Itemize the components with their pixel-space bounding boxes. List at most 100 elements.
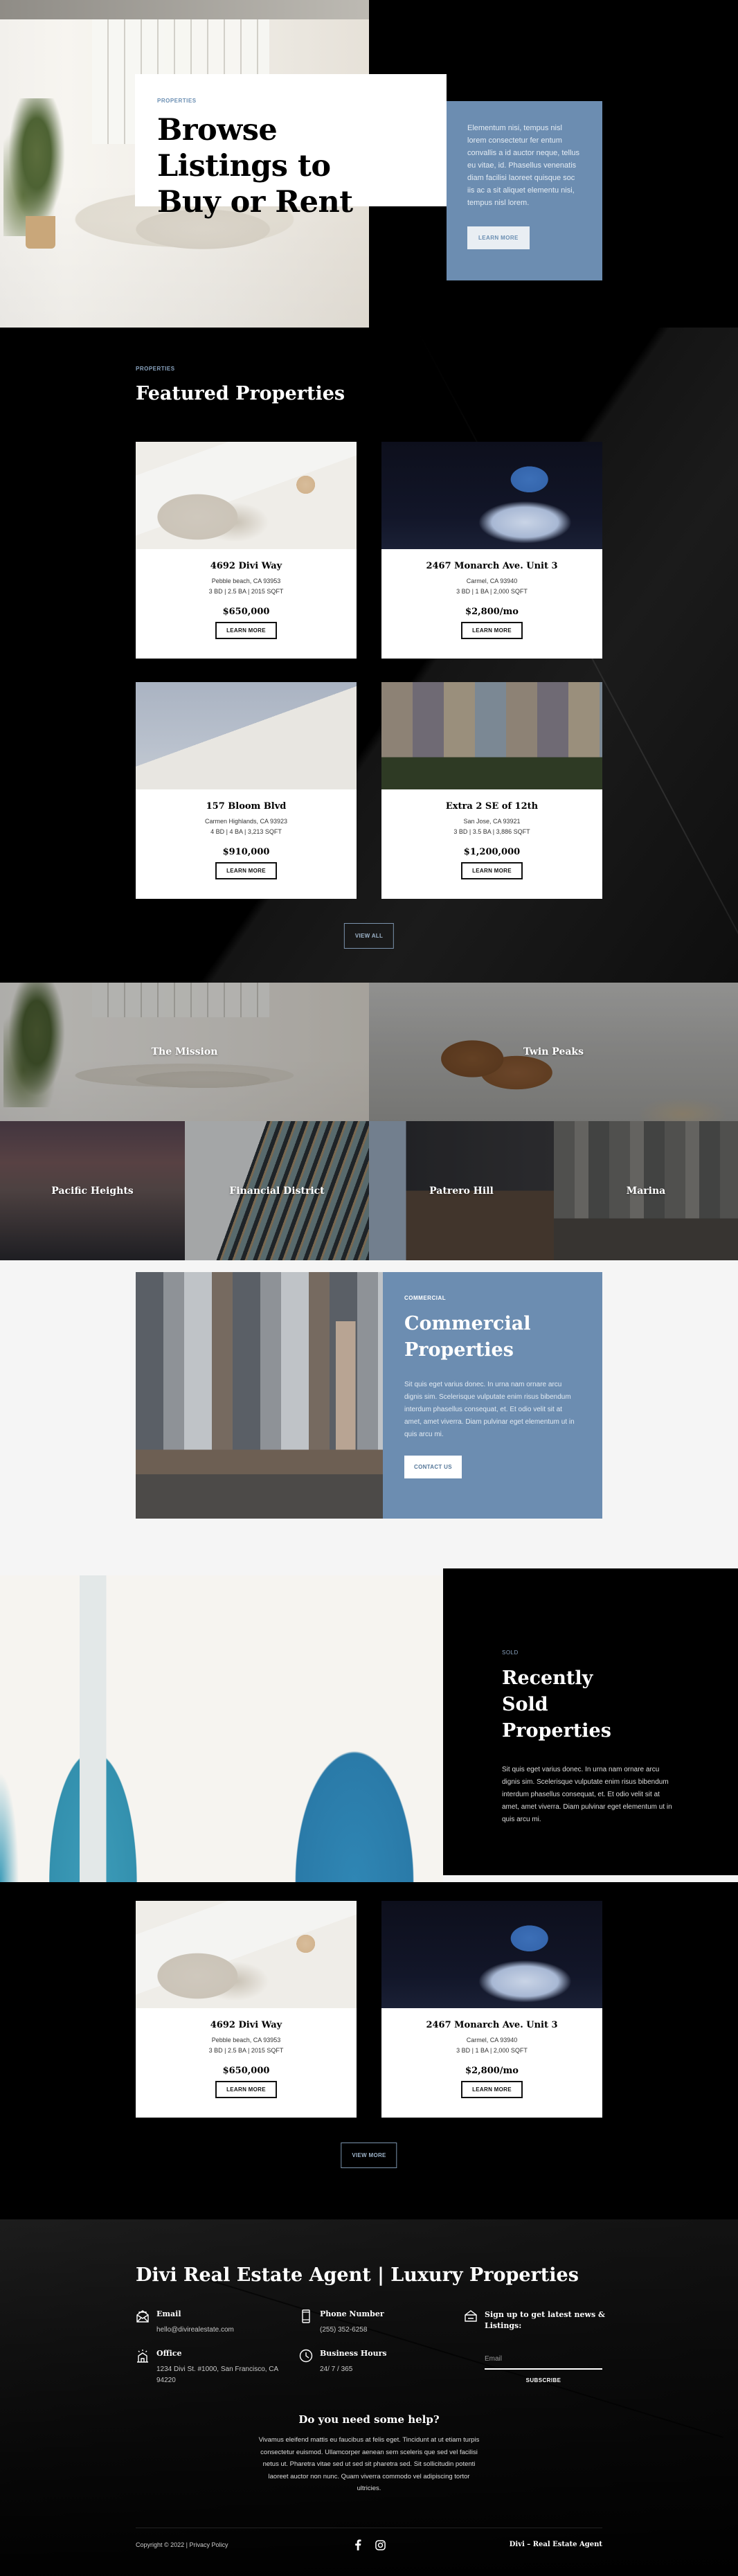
commercial-image [136, 1272, 383, 1519]
listing-title: 4692 Divi Way [210, 2020, 282, 2030]
office-value: 1234 Divi St. #1000, San Francisco, CA 9… [156, 2365, 278, 2384]
listing-card[interactable]: 2467 Monarch Ave. Unit 3 Carmel, CA 93940… [381, 1901, 602, 2118]
listing-image[interactable] [381, 682, 602, 789]
neighborhood-tile[interactable]: Twin Peaks [369, 983, 738, 1121]
listing-title: 2467 Monarch Ave. Unit 3 [426, 561, 558, 571]
neighborhood-label: Financial District [229, 1185, 325, 1197]
listing-price: $1,200,000 [463, 847, 521, 857]
listing-price: $910,000 [222, 847, 270, 857]
sold-listing-grid: 4692 Divi Way Pebble beach, CA 93953 3 BD … [136, 1901, 602, 2118]
view-more-button[interactable]: VIEW MORE [341, 2143, 397, 2168]
contact-us-button[interactable]: CONTACT US [404, 1456, 462, 1478]
hero-section: PROPERTIES Browse Listings to Buy or Ren… [0, 0, 738, 328]
footer-brand: Divi – Real Estate Agent [509, 2541, 602, 2548]
featured-listing-grid: 4692 Divi Way Pebble beach, CA 93953 3 BD … [136, 442, 602, 899]
footer-bottom-bar: Copyright © 2022 | Privacy Policy Divi –… [136, 2539, 602, 2553]
listing-body: 157 Bloom Blvd Carmen Highlands, CA 93923… [136, 789, 357, 879]
hours-value: 24/ 7 / 365 [320, 2365, 353, 2373]
listing-body: 4692 Divi Way Pebble beach, CA 93953 3 BD … [136, 2008, 357, 2098]
listing-image[interactable] [136, 442, 357, 549]
listing-details: 3 BD | 1 BA | 2,000 SQFT [456, 588, 528, 595]
copyright: Copyright © 2022 | Privacy Policy [136, 2541, 228, 2548]
instagram-icon[interactable] [375, 2539, 386, 2550]
listing-location: Carmel, CA 93940 [466, 2037, 518, 2043]
phone-value[interactable]: (255) 352-6258 [320, 2325, 451, 2336]
neighborhood-label: Twin Peaks [523, 1046, 584, 1057]
listing-card[interactable]: 4692 Divi Way Pebble beach, CA 93953 3 BD … [136, 1901, 357, 2118]
neighborhood-tile[interactable]: Financial District [185, 1121, 369, 1260]
listing-location: Carmen Highlands, CA 93923 [204, 818, 288, 825]
email-label: Email [156, 2309, 181, 2318]
featured-eyebrow: PROPERTIES [136, 366, 175, 372]
listing-card[interactable]: 2467 Monarch Ave. Unit 3 Carmel, CA 93940… [381, 442, 602, 659]
help-text: Vivamus eleifend mattis eu faucibus at f… [258, 2436, 480, 2492]
sold-description: Sit quis eget varius donec. In urna nam … [502, 1766, 672, 1823]
mailbox-icon [465, 2310, 477, 2322]
neighborhood-tile[interactable]: Marina [554, 1121, 738, 1260]
listing-price: $2,800/mo [465, 2066, 519, 2076]
learn-more-button[interactable]: LEARN MORE [461, 862, 523, 879]
listing-location: Pebble beach, CA 93953 [211, 2037, 281, 2043]
listing-body: 4692 Divi Way Pebble beach, CA 93953 3 BD … [136, 549, 357, 639]
neighborhood-label: The Mission [151, 1046, 218, 1057]
hero-description: Elementum nisi, tempus nisl lorem consec… [467, 124, 580, 207]
listing-body: Extra 2 SE of 12th San Jose, CA 93921 3 BD… [381, 789, 602, 879]
featured-properties-section: PROPERTIES Featured Properties 4692 Divi… [0, 328, 738, 983]
neighborhood-tile[interactable]: Pacific Heights [0, 1121, 185, 1260]
listing-card[interactable]: 4692 Divi Way Pebble beach, CA 93953 3 BD … [136, 442, 357, 659]
view-all-button[interactable]: VIEW ALL [343, 923, 395, 949]
listing-details: 3 BD | 1 BA | 2,000 SQFT [456, 2047, 528, 2054]
signup-email-input[interactable] [485, 2351, 602, 2370]
learn-more-button[interactable]: LEARN MORE [215, 2081, 277, 2098]
privacy-policy-link[interactable]: Privacy Policy [190, 2541, 228, 2548]
footer-signup: Sign up to get latest news & Listings: S… [464, 2309, 605, 2399]
hero-learn-more-button[interactable]: LEARN MORE [467, 226, 530, 249]
subscribe-button[interactable]: SUBSCRIBE [485, 2377, 602, 2383]
listing-price: $650,000 [222, 2066, 270, 2076]
signup-label: Sign up to get latest news & Listings: [485, 2310, 605, 2330]
learn-more-button[interactable]: LEARN MORE [461, 622, 523, 639]
sold-panel: SOLD Recently Sold Properties Sit quis e… [443, 1568, 738, 1875]
help-title: Do you need some help? [298, 2413, 440, 2426]
commercial-panel: COMMERCIAL Commercial Properties Sit qui… [383, 1272, 602, 1519]
sold-title: Recently Sold Properties [502, 1667, 611, 1742]
learn-more-button[interactable]: LEARN MORE [215, 622, 277, 639]
envelope-icon [136, 2310, 149, 2323]
listing-card[interactable]: Extra 2 SE of 12th San Jose, CA 93921 3 BD… [381, 682, 602, 899]
footer: Divi Real Estate Agent | Luxury Properti… [0, 2219, 738, 2576]
listing-price: $2,800/mo [465, 607, 519, 617]
sold-banner-image [0, 1575, 443, 1882]
help-block: Do you need some help? Vivamus eleifend … [0, 2413, 738, 2495]
listing-details: 3 BD | 2.5 BA | 2015 SQFT [208, 2047, 284, 2054]
sold-listings-section: 4692 Divi Way Pebble beach, CA 93953 3 BD … [0, 1882, 738, 2219]
commercial-description: Sit quis eget varius donec. In urna nam … [404, 1381, 575, 1438]
listing-image[interactable] [136, 682, 357, 789]
clock-icon [299, 2349, 313, 2363]
copyright-text: Copyright © 2022 | [136, 2541, 190, 2548]
sold-eyebrow: SOLD [502, 1649, 519, 1656]
building-icon [137, 2350, 148, 2363]
listing-location: San Jose, CA 93921 [463, 818, 521, 825]
phone-label: Phone Number [320, 2309, 384, 2318]
commercial-title: Commercial Properties [404, 1313, 531, 1361]
neighborhood-tile[interactable]: Patrero Hill [369, 1121, 554, 1260]
hero-title: Browse Listings to Buy or Rent [157, 113, 353, 220]
neighborhood-label: Patrero Hill [429, 1185, 494, 1197]
listing-image[interactable] [136, 1901, 357, 2008]
hours-label: Business Hours [320, 2349, 387, 2358]
neighborhood-tile[interactable]: The Mission [0, 983, 369, 1121]
listing-card[interactable]: 157 Bloom Blvd Carmen Highlands, CA 93923… [136, 682, 357, 899]
facebook-icon[interactable] [352, 2539, 363, 2550]
listing-title: 4692 Divi Way [210, 561, 282, 571]
footer-title: Divi Real Estate Agent | Luxury Properti… [136, 2264, 579, 2286]
listing-title: 2467 Monarch Ave. Unit 3 [426, 2020, 558, 2030]
listing-image[interactable] [381, 442, 602, 549]
commercial-section: COMMERCIAL Commercial Properties Sit qui… [0, 1260, 738, 1575]
listing-image[interactable] [381, 1901, 602, 2008]
email-value[interactable]: hello@divirealestate.com [156, 2325, 288, 2336]
listing-body: 2467 Monarch Ave. Unit 3 Carmel, CA 93940… [381, 549, 602, 639]
learn-more-button[interactable]: LEARN MORE [215, 862, 277, 879]
learn-more-button[interactable]: LEARN MORE [461, 2081, 523, 2098]
recently-sold-banner: SOLD Recently Sold Properties Sit quis e… [0, 1568, 738, 1882]
neighborhoods-section: The Mission Twin Peaks Pacific Heights F… [0, 983, 738, 1260]
